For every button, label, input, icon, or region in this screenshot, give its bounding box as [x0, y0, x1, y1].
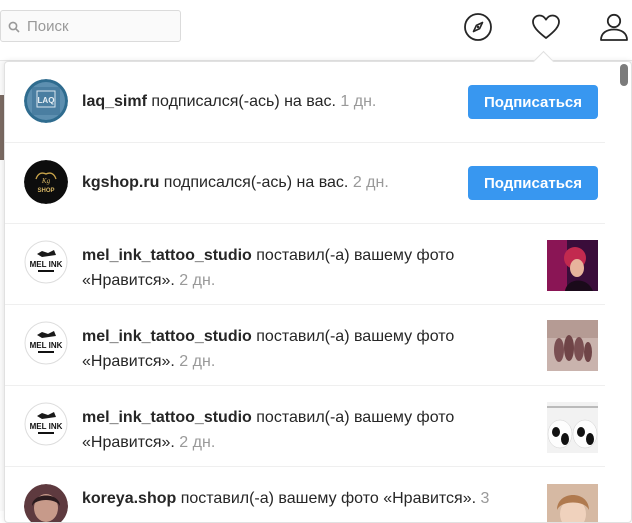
- notification-row[interactable]: MEL INK mel_ink_tattoo_studio поставил(-…: [5, 386, 605, 467]
- scrollbar-thumb[interactable]: [620, 64, 628, 86]
- post-thumbnail[interactable]: [547, 240, 598, 291]
- heart-icon[interactable]: [531, 12, 561, 42]
- avatar[interactable]: Kg SHOP: [24, 160, 68, 204]
- post-thumbnail[interactable]: [547, 402, 598, 453]
- notification-action: поставил(-а) вашему фото «Нравится».: [180, 490, 477, 507]
- username-link[interactable]: koreya.shop: [82, 490, 176, 507]
- notification-row[interactable]: Kg SHOP kgshop.ru подписался(-ась) на ва…: [5, 143, 605, 224]
- notification-text: mel_ink_tattoo_studio поставил(-а) вашем…: [82, 324, 454, 374]
- search-input[interactable]: [27, 16, 177, 36]
- avatar[interactable]: MEL INK: [24, 321, 68, 365]
- notification-action: «Нравится».: [82, 272, 175, 289]
- notification-row[interactable]: MEL INK mel_ink_tattoo_studio поставил(-…: [5, 305, 605, 386]
- notification-text: mel_ink_tattoo_studio поставил(-а) вашем…: [82, 243, 454, 293]
- avatar[interactable]: LAQ: [24, 79, 68, 123]
- svg-text:SHOP: SHOP: [37, 188, 54, 194]
- notification-text: laq_simf подписался(-ась) на вас. 1 дн.: [82, 89, 376, 114]
- notification-action: «Нравится».: [82, 434, 175, 451]
- compass-icon[interactable]: [463, 12, 493, 42]
- avatar[interactable]: [24, 484, 68, 522]
- notification-action: поставил(-а) вашему фото: [256, 409, 455, 426]
- top-navigation-bar: [0, 0, 632, 61]
- notification-time: 1 дн.: [340, 93, 377, 110]
- search-icon: [8, 20, 20, 38]
- svg-text:LAQ: LAQ: [38, 96, 55, 105]
- username-link[interactable]: mel_ink_tattoo_studio: [82, 409, 252, 426]
- notification-time: 2 дн.: [179, 353, 216, 370]
- notification-action: «Нравится».: [82, 353, 175, 370]
- svg-text:MEL INK: MEL INK: [30, 422, 63, 431]
- svg-text:Kg: Kg: [41, 177, 51, 185]
- avatar[interactable]: MEL INK: [24, 240, 68, 284]
- notification-row[interactable]: MEL INK mel_ink_tattoo_studio поставил(-…: [5, 224, 605, 305]
- username-link[interactable]: laq_simf: [82, 93, 147, 110]
- notification-action: подписался(-ась) на вас.: [151, 93, 336, 110]
- user-icon[interactable]: [599, 12, 629, 42]
- notification-action: поставил(-а) вашему фото: [256, 328, 455, 345]
- notification-time: 2 дн.: [352, 174, 389, 191]
- notification-time: 2 дн.: [179, 434, 216, 451]
- activity-dropdown: LAQ laq_simf подписался(-ась) на вас. 1 …: [4, 61, 632, 523]
- notification-time: 2 дн.: [179, 272, 216, 289]
- notification-time: 3: [480, 490, 490, 507]
- notification-text: kgshop.ru подписался(-ась) на вас. 2 дн.: [82, 170, 389, 195]
- username-link[interactable]: mel_ink_tattoo_studio: [82, 328, 252, 345]
- follow-button[interactable]: Подписаться: [468, 85, 598, 119]
- notification-action: поставил(-а) вашему фото: [256, 247, 455, 264]
- notification-text: koreya.shop поставил(-а) вашему фото «Нр…: [82, 486, 489, 511]
- svg-text:MEL INK: MEL INK: [30, 260, 63, 269]
- notification-action: подписался(-ась) на вас.: [163, 174, 349, 191]
- username-link[interactable]: kgshop.ru: [82, 174, 159, 191]
- notification-text: mel_ink_tattoo_studio поставил(-а) вашем…: [82, 405, 454, 455]
- notification-row[interactable]: koreya.shop поставил(-а) вашему фото «Нр…: [5, 467, 605, 522]
- follow-button[interactable]: Подписаться: [468, 166, 598, 200]
- search-box[interactable]: [0, 10, 181, 42]
- avatar[interactable]: MEL INK: [24, 402, 68, 446]
- username-link[interactable]: mel_ink_tattoo_studio: [82, 247, 252, 264]
- notification-row[interactable]: LAQ laq_simf подписался(-ась) на вас. 1 …: [5, 62, 605, 143]
- svg-text:MEL INK: MEL INK: [30, 341, 63, 350]
- post-thumbnail[interactable]: [547, 484, 598, 522]
- post-thumbnail[interactable]: [547, 320, 598, 371]
